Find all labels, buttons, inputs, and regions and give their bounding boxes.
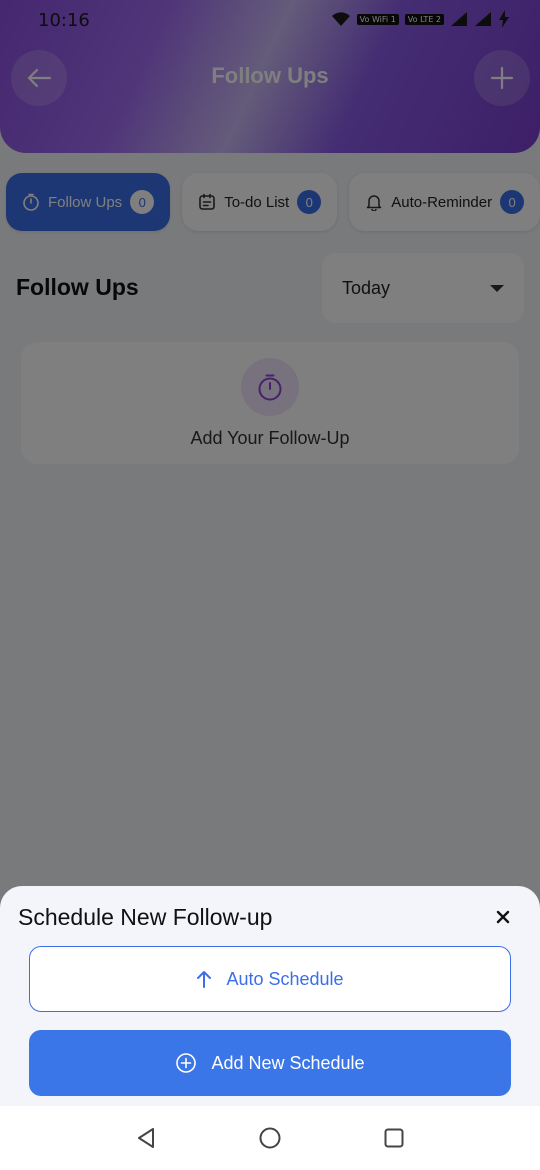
add-new-schedule-button[interactable]: Add New Schedule <box>29 1030 511 1096</box>
system-navigation-bar <box>0 1106 540 1170</box>
auto-schedule-button[interactable]: Auto Schedule <box>29 946 511 1012</box>
nav-home-button[interactable] <box>256 1124 284 1152</box>
square-recents-icon <box>384 1128 404 1148</box>
arrow-up-icon <box>197 971 212 988</box>
close-button[interactable] <box>492 906 514 928</box>
schedule-bottom-sheet: Schedule New Follow-up Auto Schedule Add… <box>0 886 540 1106</box>
auto-schedule-label: Auto Schedule <box>226 968 344 989</box>
triangle-back-icon <box>138 1128 154 1148</box>
plus-circle-icon <box>176 1053 197 1073</box>
sheet-title: Schedule New Follow-up <box>18 904 273 930</box>
nav-recents-button[interactable] <box>380 1124 408 1152</box>
nav-back-button[interactable] <box>132 1124 160 1152</box>
close-icon <box>496 910 510 924</box>
circle-home-icon <box>259 1127 281 1149</box>
add-new-schedule-label: Add New Schedule <box>211 1052 365 1073</box>
